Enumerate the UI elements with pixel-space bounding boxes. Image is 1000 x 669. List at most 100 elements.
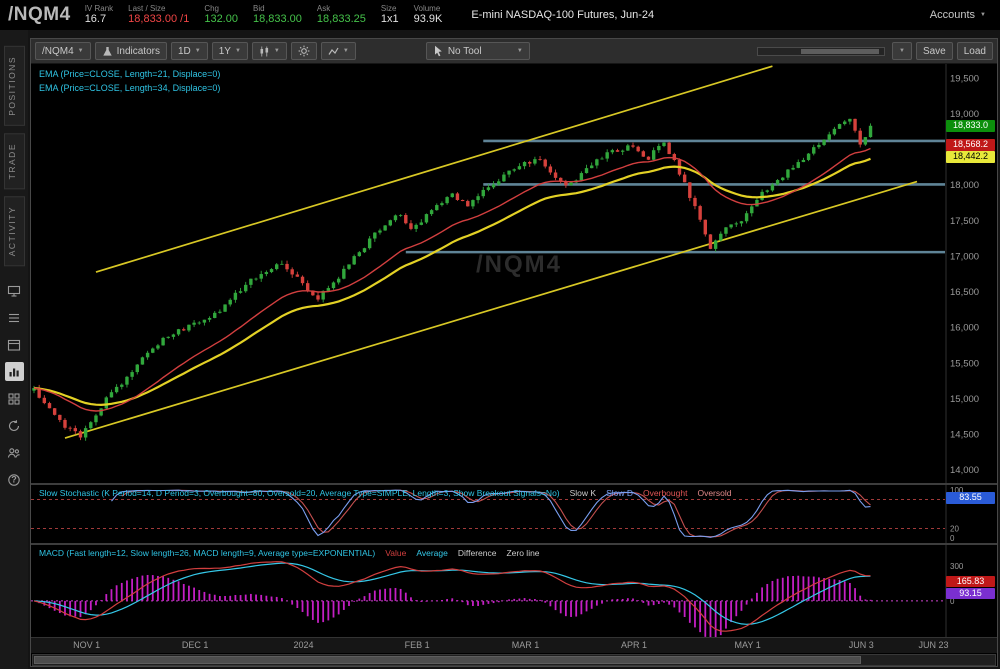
time-axis[interactable]: NOV 1 DEC 1 2024 FEB 1 MAR 1 APR 1 MAY 1 JUN 3 J… [31, 637, 997, 653]
quote-header: /NQM4 IV Rank 16.7 Last / Size 18,833.00… [0, 0, 1000, 30]
svg-text:15,500: 15,500 [950, 358, 979, 369]
svg-text:0: 0 [950, 534, 955, 543]
axis-badge: 18,833.0 [946, 119, 995, 132]
body-row: POSITIONS TRADE ACTIVITY ? /NQM4 ▼ Indic… [0, 30, 1000, 669]
sidebar-tab-trade[interactable]: TRADE [3, 132, 25, 190]
sidebar-tab-positions[interactable]: POSITIONS [3, 46, 25, 126]
settings-button[interactable] [290, 42, 317, 60]
legend-overbought[interactable]: Overbought [643, 487, 687, 500]
field-value: 16.7 [84, 13, 107, 26]
legend-slow-k[interactable]: Slow K [570, 487, 596, 500]
time-axis-label: JUN 3 [848, 640, 874, 650]
field-label: Ask [316, 4, 331, 14]
field-label: Size [380, 4, 397, 14]
time-axis-label: MAY 1 [734, 640, 761, 650]
indicators-button[interactable]: Indicators [94, 42, 167, 60]
accounts-menu[interactable]: Accounts ▼ [930, 9, 986, 21]
symbol-chip[interactable]: /NQM4 ▼ [35, 42, 91, 60]
flask-icon [102, 46, 112, 56]
users-icon[interactable] [5, 443, 24, 462]
axis-badge: 93.15 [946, 587, 995, 600]
save-button[interactable]: Save [915, 42, 953, 60]
time-axis-label: DEC 1 [181, 640, 209, 650]
svg-text:14,000: 14,000 [950, 465, 979, 476]
chart-icon[interactable] [4, 362, 24, 382]
legend-difference[interactable]: Difference [458, 547, 497, 560]
chart-style-dropdown[interactable]: ▼ [251, 42, 287, 60]
help-icon[interactable]: ? [5, 470, 24, 489]
timeframe-label: 1D [177, 45, 191, 57]
axis-badge: 165.83 [946, 575, 995, 588]
tool-label: No Tool [447, 45, 482, 57]
accounts-label: Accounts [929, 9, 976, 21]
contract-description: E-mini NASDAQ-100 Futures, Jun-24 [471, 9, 655, 21]
time-axis-label: JUN 23 [918, 640, 949, 650]
quote-field-chg: Chg 132.00 [204, 4, 238, 26]
svg-text:?: ? [11, 474, 17, 484]
price-pane: /NQM419,50019,00018,50018,00017,50017,00… [31, 64, 997, 483]
field-label: Volume [413, 4, 441, 14]
legend-oversold[interactable]: Oversold [697, 487, 731, 500]
trading-app: /NQM4 IV Rank 16.7 Last / Size 18,833.00… [0, 0, 1000, 669]
zoom-slider-thumb[interactable] [800, 48, 879, 54]
macd-label[interactable]: MACD (Fast length=12, Slow length=26, MA… [39, 547, 375, 560]
ema34-label[interactable]: EMA (Price=CLOSE, Length=34, Displace=0) [39, 82, 220, 96]
left-sidebar: POSITIONS TRADE ACTIVITY ? [0, 30, 28, 669]
svg-text:17,500: 17,500 [950, 216, 979, 227]
legend-slow-d[interactable]: Slow D [606, 487, 633, 500]
macd-legend: MACD (Fast length=12, Slow length=26, MA… [39, 547, 899, 560]
range-label: 1Y [218, 45, 231, 57]
chart-scrollbar[interactable] [32, 654, 996, 666]
timeframe-dropdown[interactable]: 1D ▼ [170, 42, 208, 60]
time-axis-label: APR 1 [620, 640, 648, 650]
field-value: 18,833.00 /1 [128, 13, 190, 26]
chevron-down-icon: ▼ [194, 48, 201, 54]
svg-text:300: 300 [950, 562, 964, 571]
legend-zero-line[interactable]: Zero line [506, 547, 539, 560]
gear-icon [298, 45, 310, 57]
symbol-chip-label: /NQM4 [42, 45, 74, 57]
legend-value[interactable]: Value [385, 547, 406, 560]
drawing-tool-dropdown[interactable]: No Tool ▼ [425, 42, 530, 60]
svg-text:19,500: 19,500 [950, 73, 979, 84]
svg-text:/NQM4: /NQM4 [476, 251, 562, 278]
axis-badge: 83.55 [946, 491, 995, 504]
field-label: IV Rank [84, 4, 114, 14]
quote-field-volume: Volume 93.9K [414, 4, 443, 26]
price-chart-canvas[interactable]: /NQM419,50019,00018,50018,00017,50017,00… [31, 64, 997, 483]
refresh-icon[interactable] [5, 416, 24, 435]
blocks-icon[interactable] [5, 389, 24, 408]
quote-field-ask: Ask 18,833.25 [317, 4, 366, 26]
chevron-down-icon: ▼ [980, 12, 986, 18]
patterns-dropdown[interactable]: ▼ [320, 42, 356, 60]
field-value: 132.00 [204, 13, 238, 26]
chevron-down-icon: ▼ [77, 48, 84, 54]
range-dropdown[interactable]: 1Y ▼ [211, 42, 248, 60]
quote-field-last-size: Last / Size 18,833.00 /1 [128, 4, 189, 26]
stochastic-legend: Slow Stochastic (K Period=14, D Period=3… [39, 487, 899, 500]
legend-average[interactable]: Average [416, 547, 448, 560]
chevron-down-icon: ▼ [273, 48, 280, 54]
svg-text:16,000: 16,000 [950, 323, 979, 334]
chart-toolbar: /NQM4 ▼ Indicators 1D ▼ 1Y ▼ ▼ ▼ No Tool… [31, 39, 997, 64]
macd-pane: 300 0 MACD (Fast length=12, Slow length=2… [31, 545, 997, 637]
svg-text:20: 20 [950, 525, 959, 534]
ema21-label[interactable]: EMA (Price=CLOSE, Length=21, Displace=0) [39, 68, 220, 82]
zoom-slider[interactable] [757, 46, 885, 56]
chevron-down-icon: ▼ [516, 48, 523, 54]
calendar-icon[interactable] [5, 335, 24, 354]
list-icon[interactable] [5, 308, 24, 327]
more-dropdown[interactable]: ▼ [892, 42, 912, 60]
stochastic-label[interactable]: Slow Stochastic (K Period=14, D Period=3… [39, 487, 560, 500]
time-axis-label: FEB 1 [404, 640, 430, 650]
scrollbar-thumb[interactable] [34, 656, 862, 664]
indicators-label: Indicators [116, 45, 160, 57]
load-button[interactable]: Load [956, 42, 993, 60]
chevron-down-icon: ▼ [342, 48, 349, 54]
header-symbol: /NQM4 [8, 4, 71, 25]
save-label: Save [922, 45, 946, 57]
monitor-icon[interactable] [5, 281, 24, 300]
sidebar-tab-activity[interactable]: ACTIVITY [3, 196, 25, 267]
svg-text:17,000: 17,000 [950, 251, 979, 262]
chart-window: /NQM4 ▼ Indicators 1D ▼ 1Y ▼ ▼ ▼ No Tool… [30, 38, 998, 667]
